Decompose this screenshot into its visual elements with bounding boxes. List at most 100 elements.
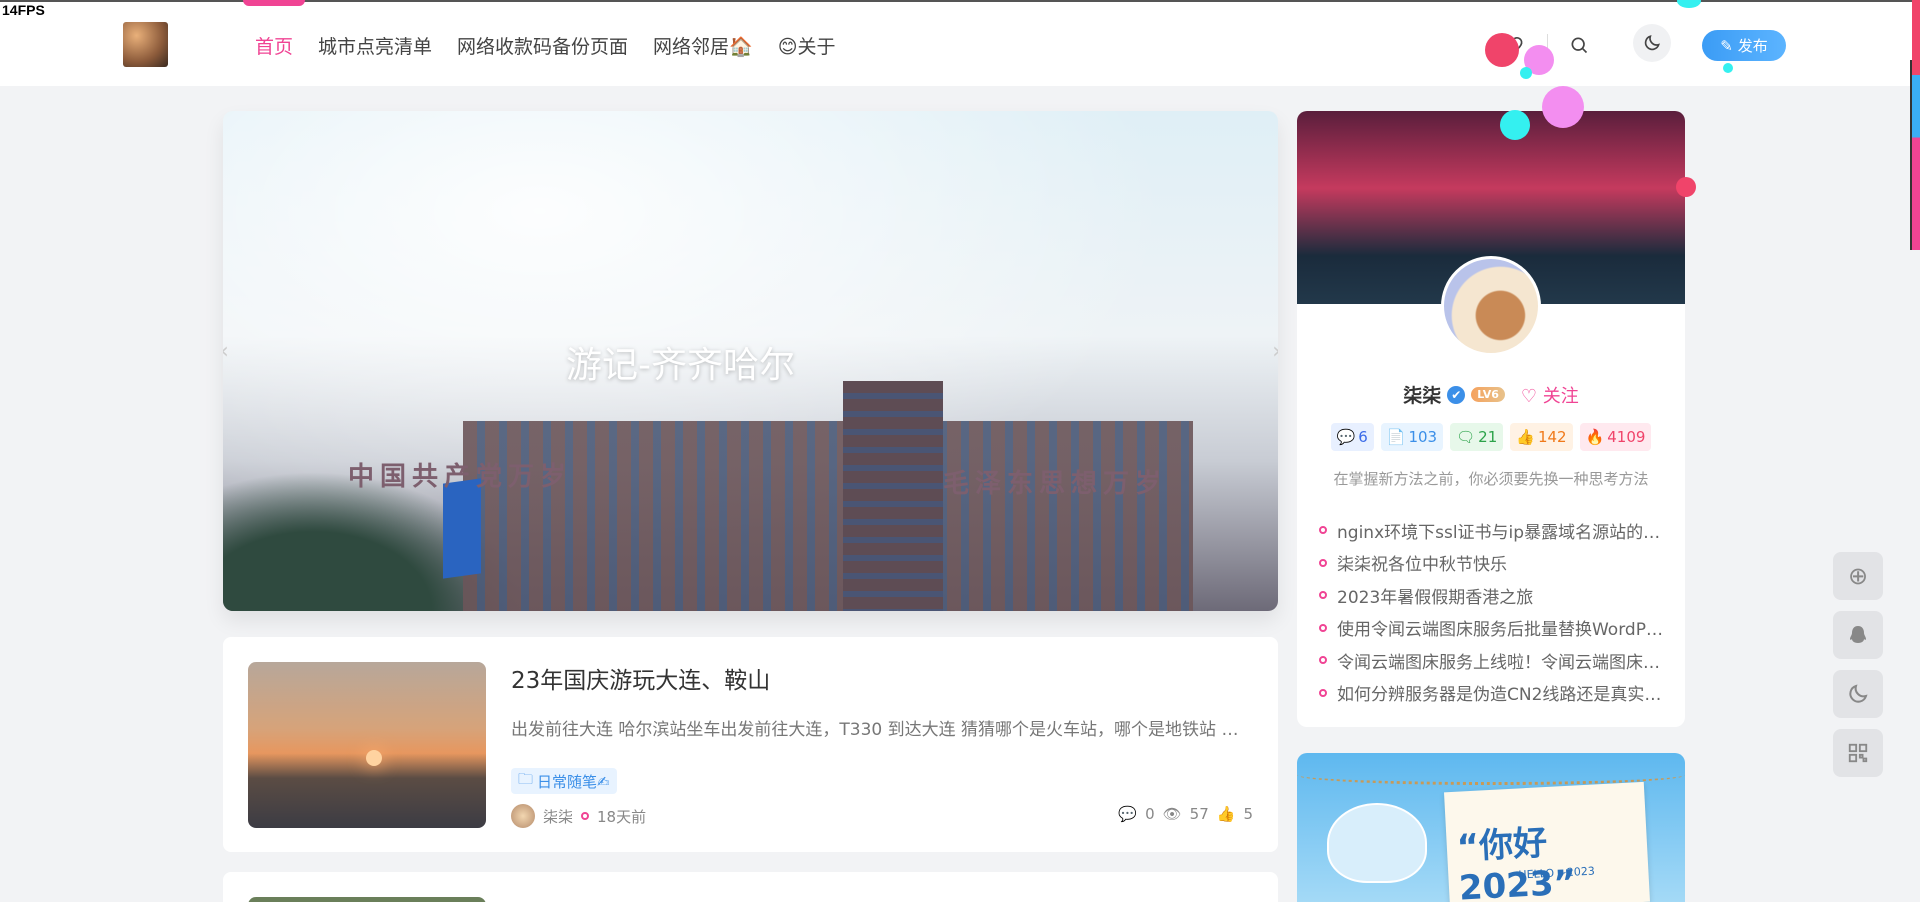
banner-road-sign — [443, 478, 481, 579]
decorative-bubble — [1500, 110, 1530, 140]
banner-building — [463, 421, 1193, 611]
thumbnail-sun — [366, 750, 382, 766]
decorative-bubble — [1520, 67, 1532, 79]
post-likes: 5 — [1243, 805, 1253, 823]
stat-heat[interactable]: 🔥 4109 — [1579, 423, 1652, 451]
fire-icon: 🔥 — [1585, 428, 1605, 446]
list-item[interactable]: 2023年暑假假期香港之旅 — [1319, 579, 1664, 612]
banner-sign-right: 毛泽东思想万岁 — [943, 469, 1168, 499]
nav-item-city-list[interactable]: 城市点亮清单 — [318, 32, 432, 59]
qrcode-icon[interactable] — [1833, 729, 1883, 777]
stat-comments[interactable]: 💬 6 — [1330, 423, 1374, 451]
list-item[interactable]: 使用令闻云端图床服务后批量替换WordP… — [1319, 612, 1664, 645]
post-time: 18天前 — [597, 807, 647, 826]
dark-mode-icon[interactable] — [1633, 24, 1671, 62]
plus-circle-icon[interactable]: ⊕ — [1833, 552, 1883, 600]
list-dot — [1319, 656, 1327, 665]
nav-item-home[interactable]: 首页 — [242, 0, 306, 59]
list-dot — [1319, 526, 1327, 535]
article-icon: 📄 — [1386, 428, 1406, 446]
post-thumbnail[interactable] — [248, 897, 486, 902]
promo-bear — [1327, 803, 1427, 883]
recent-posts-list: nginx环境下ssl证书与ip暴露域名源站的… 柒柒祝各位中秋节快乐 2023… — [1319, 514, 1664, 709]
decorative-bubble — [1542, 86, 1584, 128]
nav-item-neighbors[interactable]: 网络邻居🏠 — [653, 32, 753, 59]
user-motto: 在掌握新方法之前，你必须要先换一种思考方法 — [1333, 470, 1649, 488]
list-dot — [1319, 688, 1327, 697]
post-card[interactable] — [223, 872, 1278, 902]
like-icon: 👍 — [1516, 428, 1535, 446]
main-nav: 首页 城市点亮清单 网络收款码备份页面 网络邻居🏠 😊关于 — [242, 0, 861, 59]
recent-post-title: nginx环境下ssl证书与ip暴露域名源站的… — [1337, 522, 1661, 543]
user-profile-card: 柒柒 ✔ LV6 ♡ 关注 💬 6 📄 103 🗨 21 👍 142 🔥 4109 在掌握… — [1297, 111, 1685, 727]
banner-title[interactable]: 游记-齐齐哈尔 — [223, 336, 1208, 388]
stat-value: 21 — [1478, 428, 1498, 446]
search-icon[interactable] — [1560, 26, 1598, 64]
post-thumbnail[interactable] — [248, 662, 486, 828]
stat-likes[interactable]: 👍 142 — [1510, 423, 1573, 451]
stat-value: 6 — [1358, 428, 1368, 446]
author-avatar[interactable] — [511, 804, 535, 828]
recent-post-title: 柒柒祝各位中秋节快乐 — [1337, 555, 1507, 576]
post-category[interactable]: 🗀 日常随笔✍ — [511, 768, 617, 794]
nav-item-payment-backup[interactable]: 网络收款码备份页面 — [457, 32, 628, 59]
decorative-bubble — [1485, 33, 1519, 67]
recent-post-title: 2023年暑假假期香港之旅 — [1337, 587, 1534, 608]
post-author[interactable]: 柒柒 — [543, 806, 573, 827]
recent-post-title: 使用令闻云端图床服务后批量替换WordP… — [1337, 620, 1663, 641]
site-logo[interactable] — [123, 22, 168, 67]
stat-articles[interactable]: 📄 103 — [1380, 423, 1444, 451]
stat-value: 103 — [1408, 428, 1438, 446]
post-category-label: 日常随笔✍ — [537, 772, 610, 791]
user-name-row: 柒柒 ✔ LV6 ♡ 关注 — [1297, 381, 1685, 408]
fps-counter: 14FPS — [2, 2, 45, 18]
stat-value: 4109 — [1607, 428, 1646, 446]
top-header: 首页 城市点亮清单 网络收款码备份页面 网络邻居🏠 😊关于 ✎ 发布 — [0, 0, 1920, 86]
comment-icon: 💬 — [1336, 428, 1356, 446]
banner-next-arrow[interactable]: › — [1272, 339, 1278, 364]
hero-banner[interactable]: 中国共产党万岁 毛泽东思想万岁 游记-齐齐哈尔 ‹ › — [223, 111, 1278, 611]
publish-button[interactable]: ✎ 发布 — [1702, 30, 1786, 61]
banner-prev-arrow[interactable]: ‹ — [223, 339, 229, 364]
eye-icon: 👁 — [1162, 805, 1182, 823]
list-item[interactable]: 如何分辨服务器是伪造CN2线路还是真实… — [1319, 677, 1664, 710]
qq-icon[interactable] — [1833, 611, 1883, 659]
follow-label: 关注 — [1542, 385, 1579, 407]
post-views: 57 — [1189, 805, 1209, 823]
list-item[interactable]: 令闻云端图床服务上线啦！令闻云端图床… — [1319, 644, 1664, 677]
user-stats: 💬 6 📄 103 🗨 21 👍 142 🔥 4109 — [1297, 423, 1685, 451]
post-comments: 0 — [1145, 805, 1155, 823]
pencil-icon: ✎ — [1720, 36, 1733, 55]
recent-post-title: 如何分辨服务器是伪造CN2线路还是真实… — [1337, 685, 1662, 706]
decorative-bubble — [1676, 177, 1696, 197]
user-name[interactable]: 柒柒 — [1403, 381, 1441, 408]
banner-sign-left: 中国共产党万岁 — [348, 462, 573, 492]
list-dot — [1319, 558, 1327, 567]
scrollbar[interactable] — [1910, 60, 1912, 250]
nav-item-about[interactable]: 😊关于 — [778, 32, 836, 59]
moon-icon[interactable] — [1833, 670, 1883, 718]
list-dot — [1319, 591, 1327, 600]
post-excerpt: 出发前往大连 哈尔滨站坐车出发前往大连，T330 到达大连 猜猜哪个是火车站，哪… — [511, 720, 1239, 740]
list-item[interactable]: nginx环境下ssl证书与ip暴露域名源站的… — [1319, 514, 1664, 547]
promo-title: “你好2023” — [1455, 823, 1577, 902]
floating-toolbar: ⊕ — [1833, 552, 1883, 777]
thumbs-up-icon: 👍 — [1216, 805, 1236, 823]
level-badge: LV6 — [1471, 387, 1505, 402]
user-avatar[interactable] — [1441, 256, 1541, 356]
side-ribbon — [1912, 0, 1920, 250]
recent-post-title: 令闻云端图床服务上线啦！令闻云端图床… — [1337, 652, 1660, 673]
verified-icon: ✔ — [1447, 385, 1466, 404]
stat-value: 142 — [1537, 428, 1567, 446]
publish-label: 发布 — [1737, 37, 1768, 55]
promo-banner[interactable]: “你好2023” HELLO ~2023 — [1297, 753, 1685, 902]
follow-button[interactable]: ♡ 关注 — [1521, 382, 1579, 408]
folder-icon: 🗀 — [518, 769, 534, 788]
post-card[interactable]: 23年国庆游玩大连、鞍山 出发前往大连 哈尔滨站坐车出发前往大连，T330 到达… — [223, 637, 1278, 852]
comment-icon: 💬 — [1118, 805, 1138, 823]
list-item[interactable]: 柒柒祝各位中秋节快乐 — [1319, 547, 1664, 580]
banner-tower — [843, 381, 943, 611]
meta-dot — [581, 812, 590, 820]
post-title[interactable]: 23年国庆游玩大连、鞍山 — [511, 661, 770, 695]
stat-messages[interactable]: 🗨 21 — [1450, 423, 1504, 451]
